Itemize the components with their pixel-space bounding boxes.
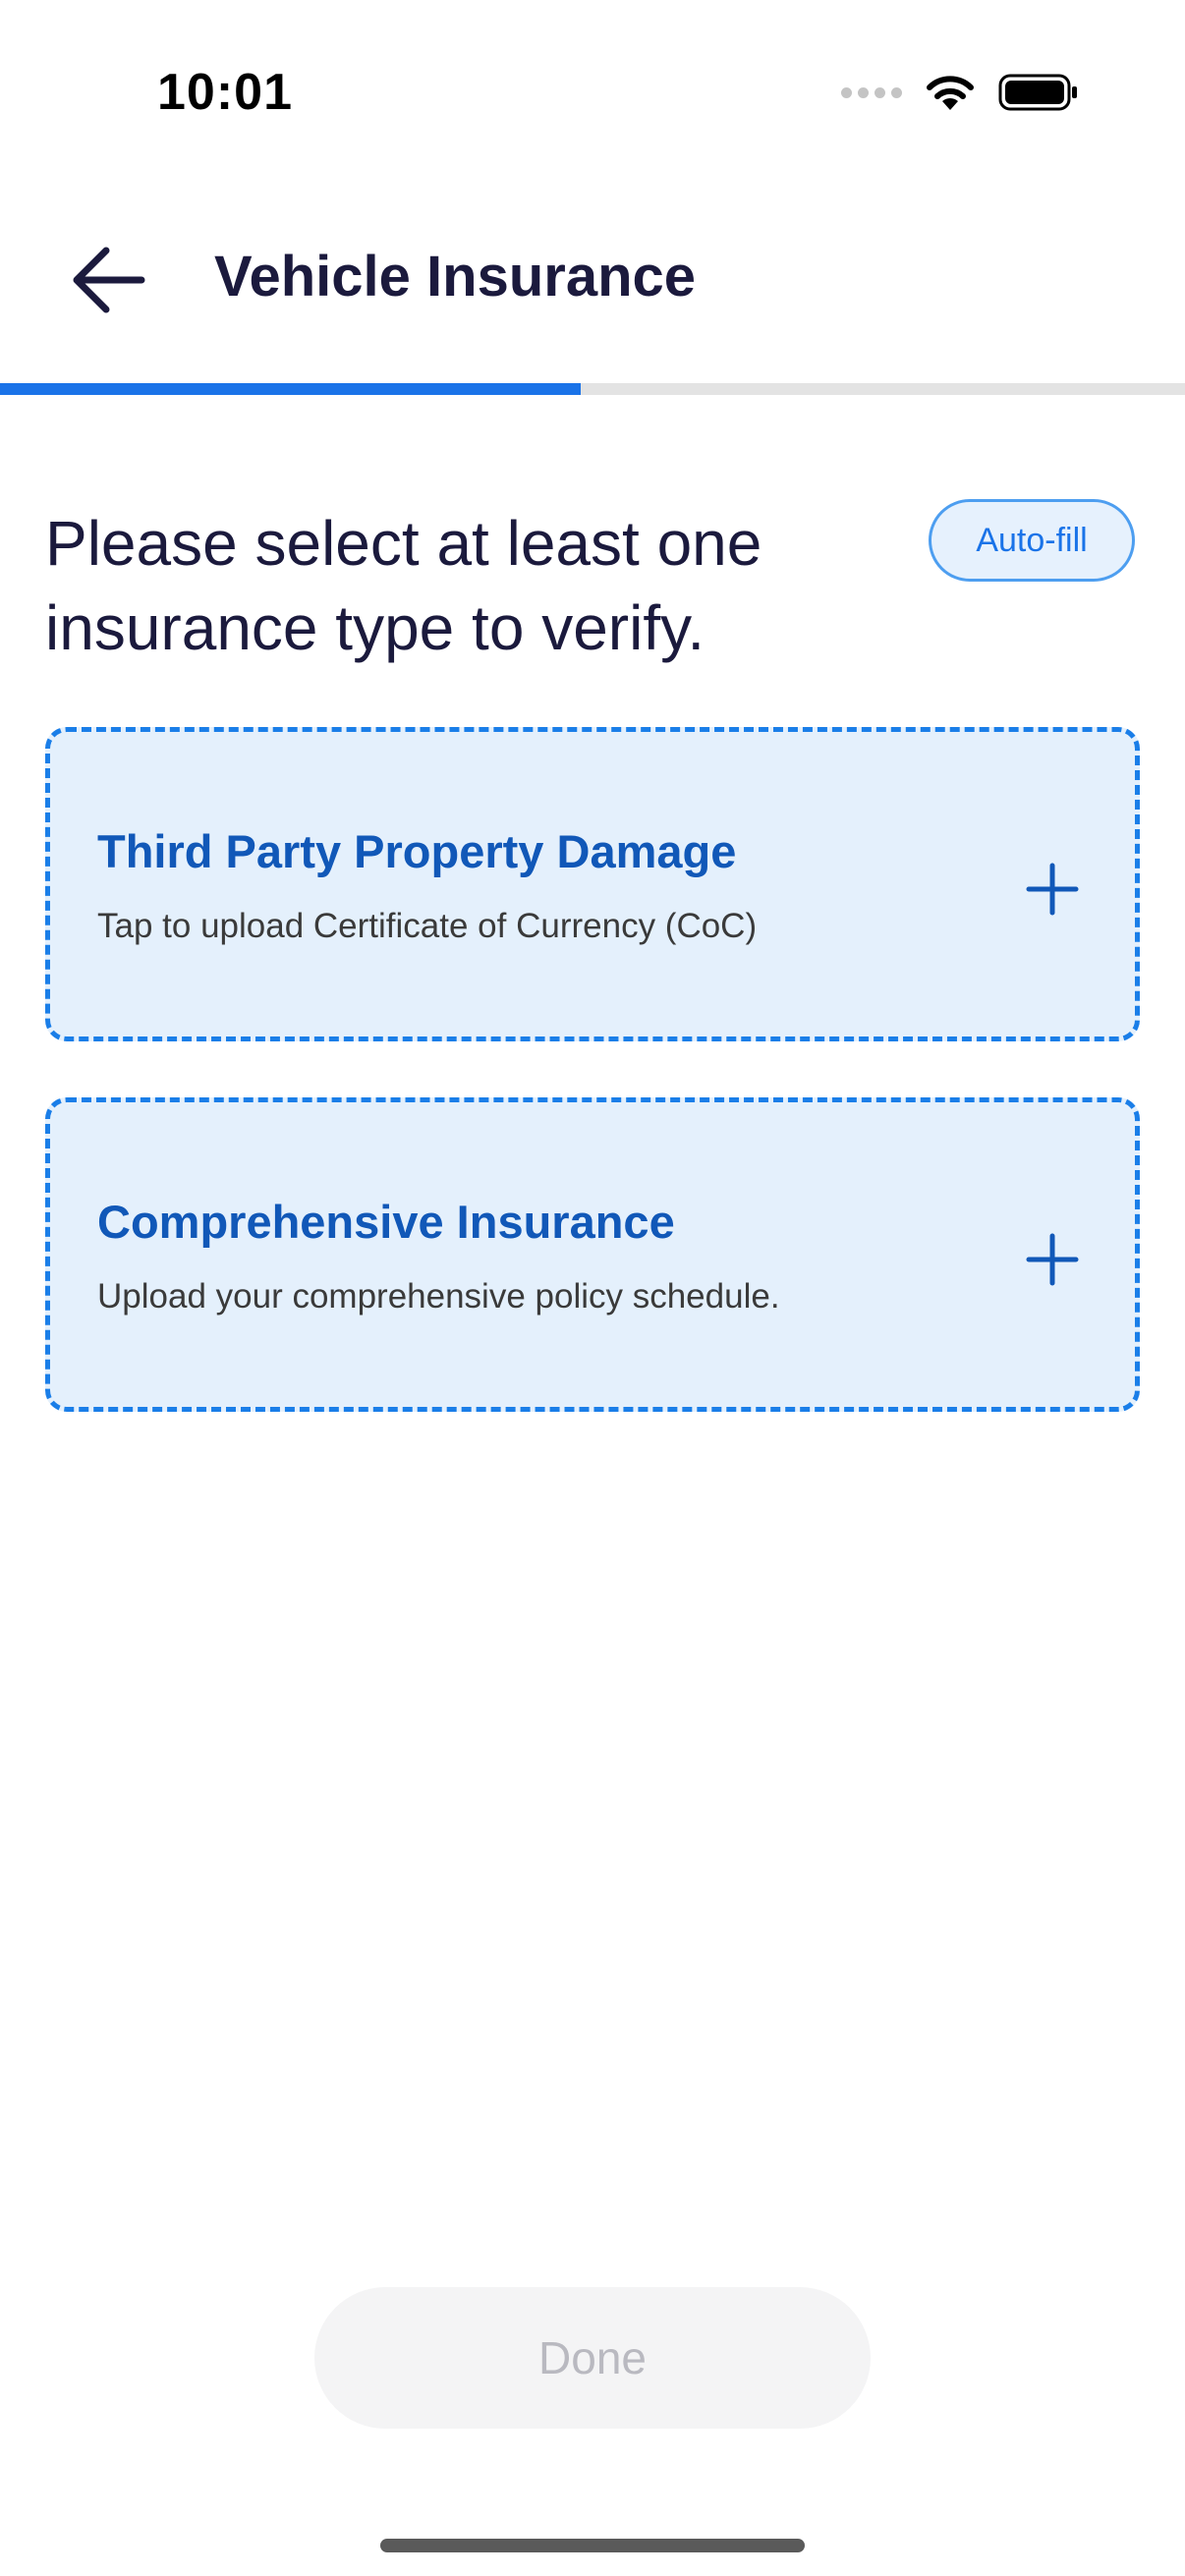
status-bar: 10:01	[0, 0, 1185, 187]
home-indicator	[380, 2539, 805, 2552]
status-icons	[841, 73, 1079, 112]
third-party-property-damage-card[interactable]: Third Party Property Damage Tap to uploa…	[45, 727, 1140, 1041]
plus-icon	[1026, 863, 1079, 916]
back-button[interactable]	[59, 236, 157, 324]
wifi-icon	[924, 73, 977, 112]
card-title: Third Party Property Damage	[97, 825, 737, 877]
plus-icon	[1026, 1233, 1079, 1286]
cellular-signal-icon	[841, 86, 902, 98]
arrow-left-icon	[73, 247, 145, 313]
header: Vehicle Insurance	[0, 216, 1185, 344]
card-description: Upload your comprehensive policy schedul…	[97, 1277, 780, 1316]
card-description: Tap to upload Certificate of Currency (C…	[97, 907, 758, 945]
progress-bar	[0, 383, 1185, 395]
progress-fill	[0, 383, 581, 395]
comprehensive-insurance-card[interactable]: Comprehensive Insurance Upload your comp…	[45, 1097, 1140, 1412]
instruction-text: Please select at least one insurance typ…	[45, 508, 762, 663]
page-title: Vehicle Insurance	[214, 245, 697, 308]
done-button[interactable]: Done	[314, 2287, 871, 2429]
card-title: Comprehensive Insurance	[97, 1196, 675, 1248]
screen: 10:01 Vehicle Insurance Please select at…	[0, 0, 1185, 2576]
status-time: 10:01	[157, 64, 293, 121]
autofill-button[interactable]: Auto-fill	[929, 499, 1135, 582]
battery-icon	[998, 73, 1079, 112]
